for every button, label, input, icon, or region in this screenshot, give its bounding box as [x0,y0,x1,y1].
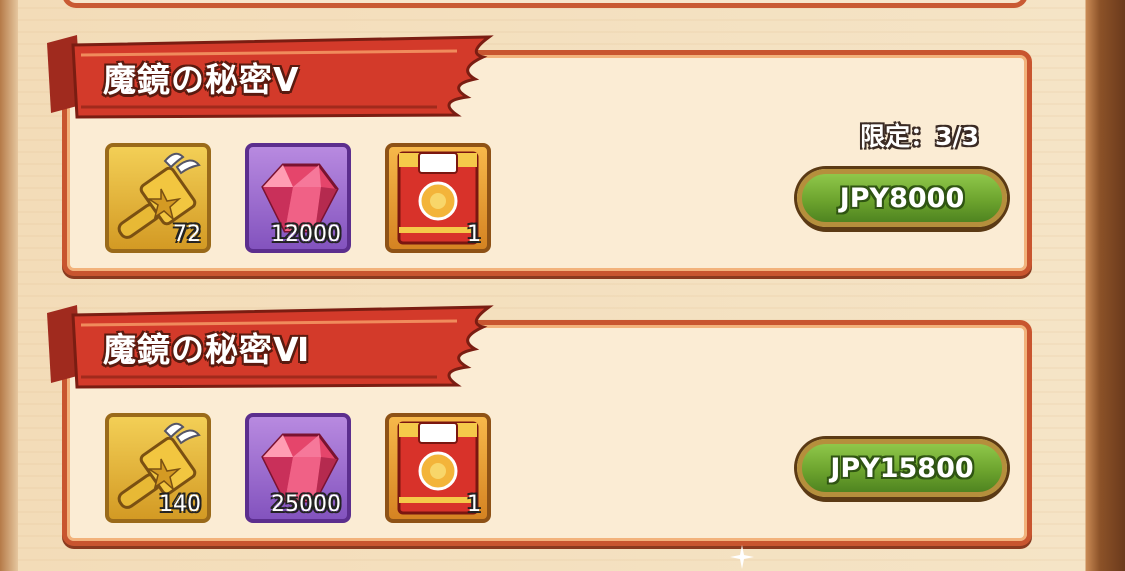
reward-item-ticket[interactable]: 1 [385,413,491,523]
item-quantity: 72 [173,222,201,247]
pack-title: 魔鏡の秘密Ⅵ [103,330,311,369]
pack-title-banner: 魔鏡の秘密Ⅴ [37,35,497,127]
item-quantity: 1 [467,492,481,517]
item-quantity: 12000 [271,222,341,247]
buy-button[interactable]: JPY8000 [797,169,1007,227]
item-quantity: 25000 [271,492,341,517]
pack-title: 魔鏡の秘密Ⅴ [103,60,300,99]
reward-item-ticket[interactable]: 1 [385,143,491,253]
item-quantity: 140 [159,492,201,517]
reward-item-hammer[interactable]: 72 [105,143,211,253]
purchase-limit: 限定：3/3 [860,122,979,151]
previous-pack-card-edge [62,0,1028,8]
reward-item-gem[interactable]: 25000 [245,413,351,523]
buy-button[interactable]: JPY15800 [797,439,1007,497]
reward-item-gem[interactable]: 12000 [245,143,351,253]
pack-title-banner: 魔鏡の秘密Ⅵ [37,305,497,397]
sparkle-icon [730,545,754,569]
frame-left-edge [0,0,18,571]
pack-card: 魔鏡の秘密Ⅵ 140 25000 1 JPY15800 [47,305,1032,546]
reward-item-hammer[interactable]: 140 [105,413,211,523]
item-quantity: 1 [467,222,481,247]
pack-card: 魔鏡の秘密Ⅴ 72 12000 1 限定：3/3 JPY8000 [47,35,1032,276]
